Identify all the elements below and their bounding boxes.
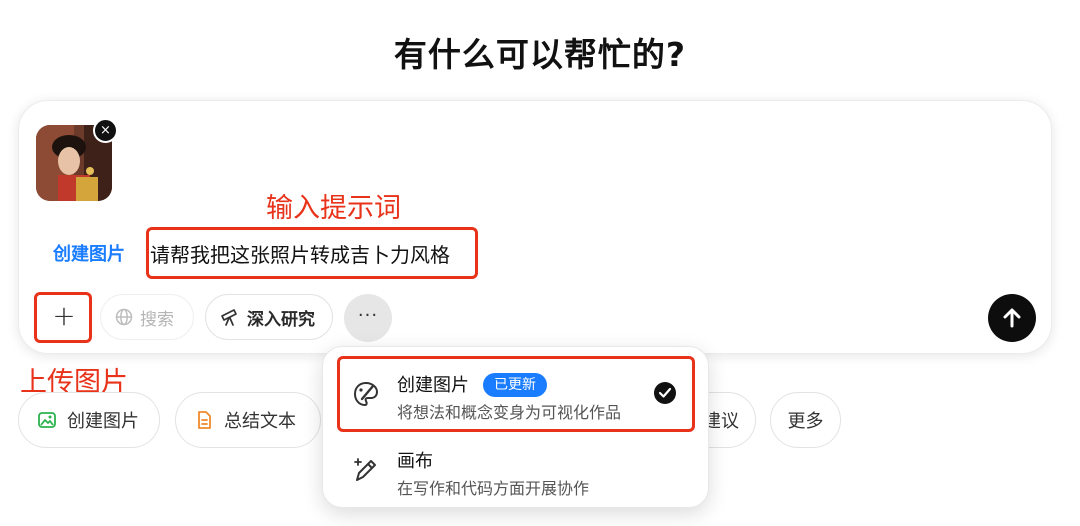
remove-attachment-button[interactable]: × bbox=[93, 118, 118, 143]
quick-action-create-image[interactable]: 创建图片 bbox=[18, 392, 160, 448]
annotation-highlight-create-image bbox=[337, 356, 695, 432]
more-tools-button[interactable]: ··· bbox=[344, 294, 392, 342]
page-title: 有什么可以帮忙的? bbox=[393, 35, 687, 74]
annotation-prompt: 输入提示词 bbox=[266, 193, 401, 224]
send-button[interactable] bbox=[988, 294, 1036, 342]
arrow-up-icon bbox=[1003, 308, 1021, 328]
quick-action-summarize-text[interactable]: 总结文本 bbox=[175, 392, 321, 448]
annotation-highlight-upload bbox=[34, 292, 92, 343]
pen-sparkle-icon bbox=[354, 458, 376, 481]
document-icon bbox=[198, 411, 211, 429]
quick-action-label: 总结文本 bbox=[224, 411, 296, 432]
menu-item-description: 在写作和代码方面开展协作 bbox=[397, 479, 590, 498]
deep-research-button[interactable]: 深入研究 bbox=[205, 294, 333, 340]
search-label: 搜索 bbox=[140, 309, 174, 330]
quick-action-more[interactable]: 更多 bbox=[770, 392, 841, 448]
annotation-highlight-prompt bbox=[146, 227, 478, 279]
menu-item-title: 画布 bbox=[397, 451, 433, 472]
image-icon bbox=[38, 412, 56, 428]
mode-tag[interactable]: 创建图片 bbox=[53, 240, 125, 266]
telescope-icon bbox=[221, 309, 237, 326]
deep-research-label: 深入研究 bbox=[247, 309, 315, 330]
search-button[interactable]: 搜索 bbox=[100, 294, 194, 340]
quick-action-label: 创建图片 bbox=[67, 411, 139, 432]
menu-item-canvas[interactable]: 画布 在写作和代码方面开展协作 bbox=[323, 437, 710, 507]
globe-icon bbox=[115, 308, 133, 326]
quick-action-label: 更多 bbox=[787, 411, 824, 432]
